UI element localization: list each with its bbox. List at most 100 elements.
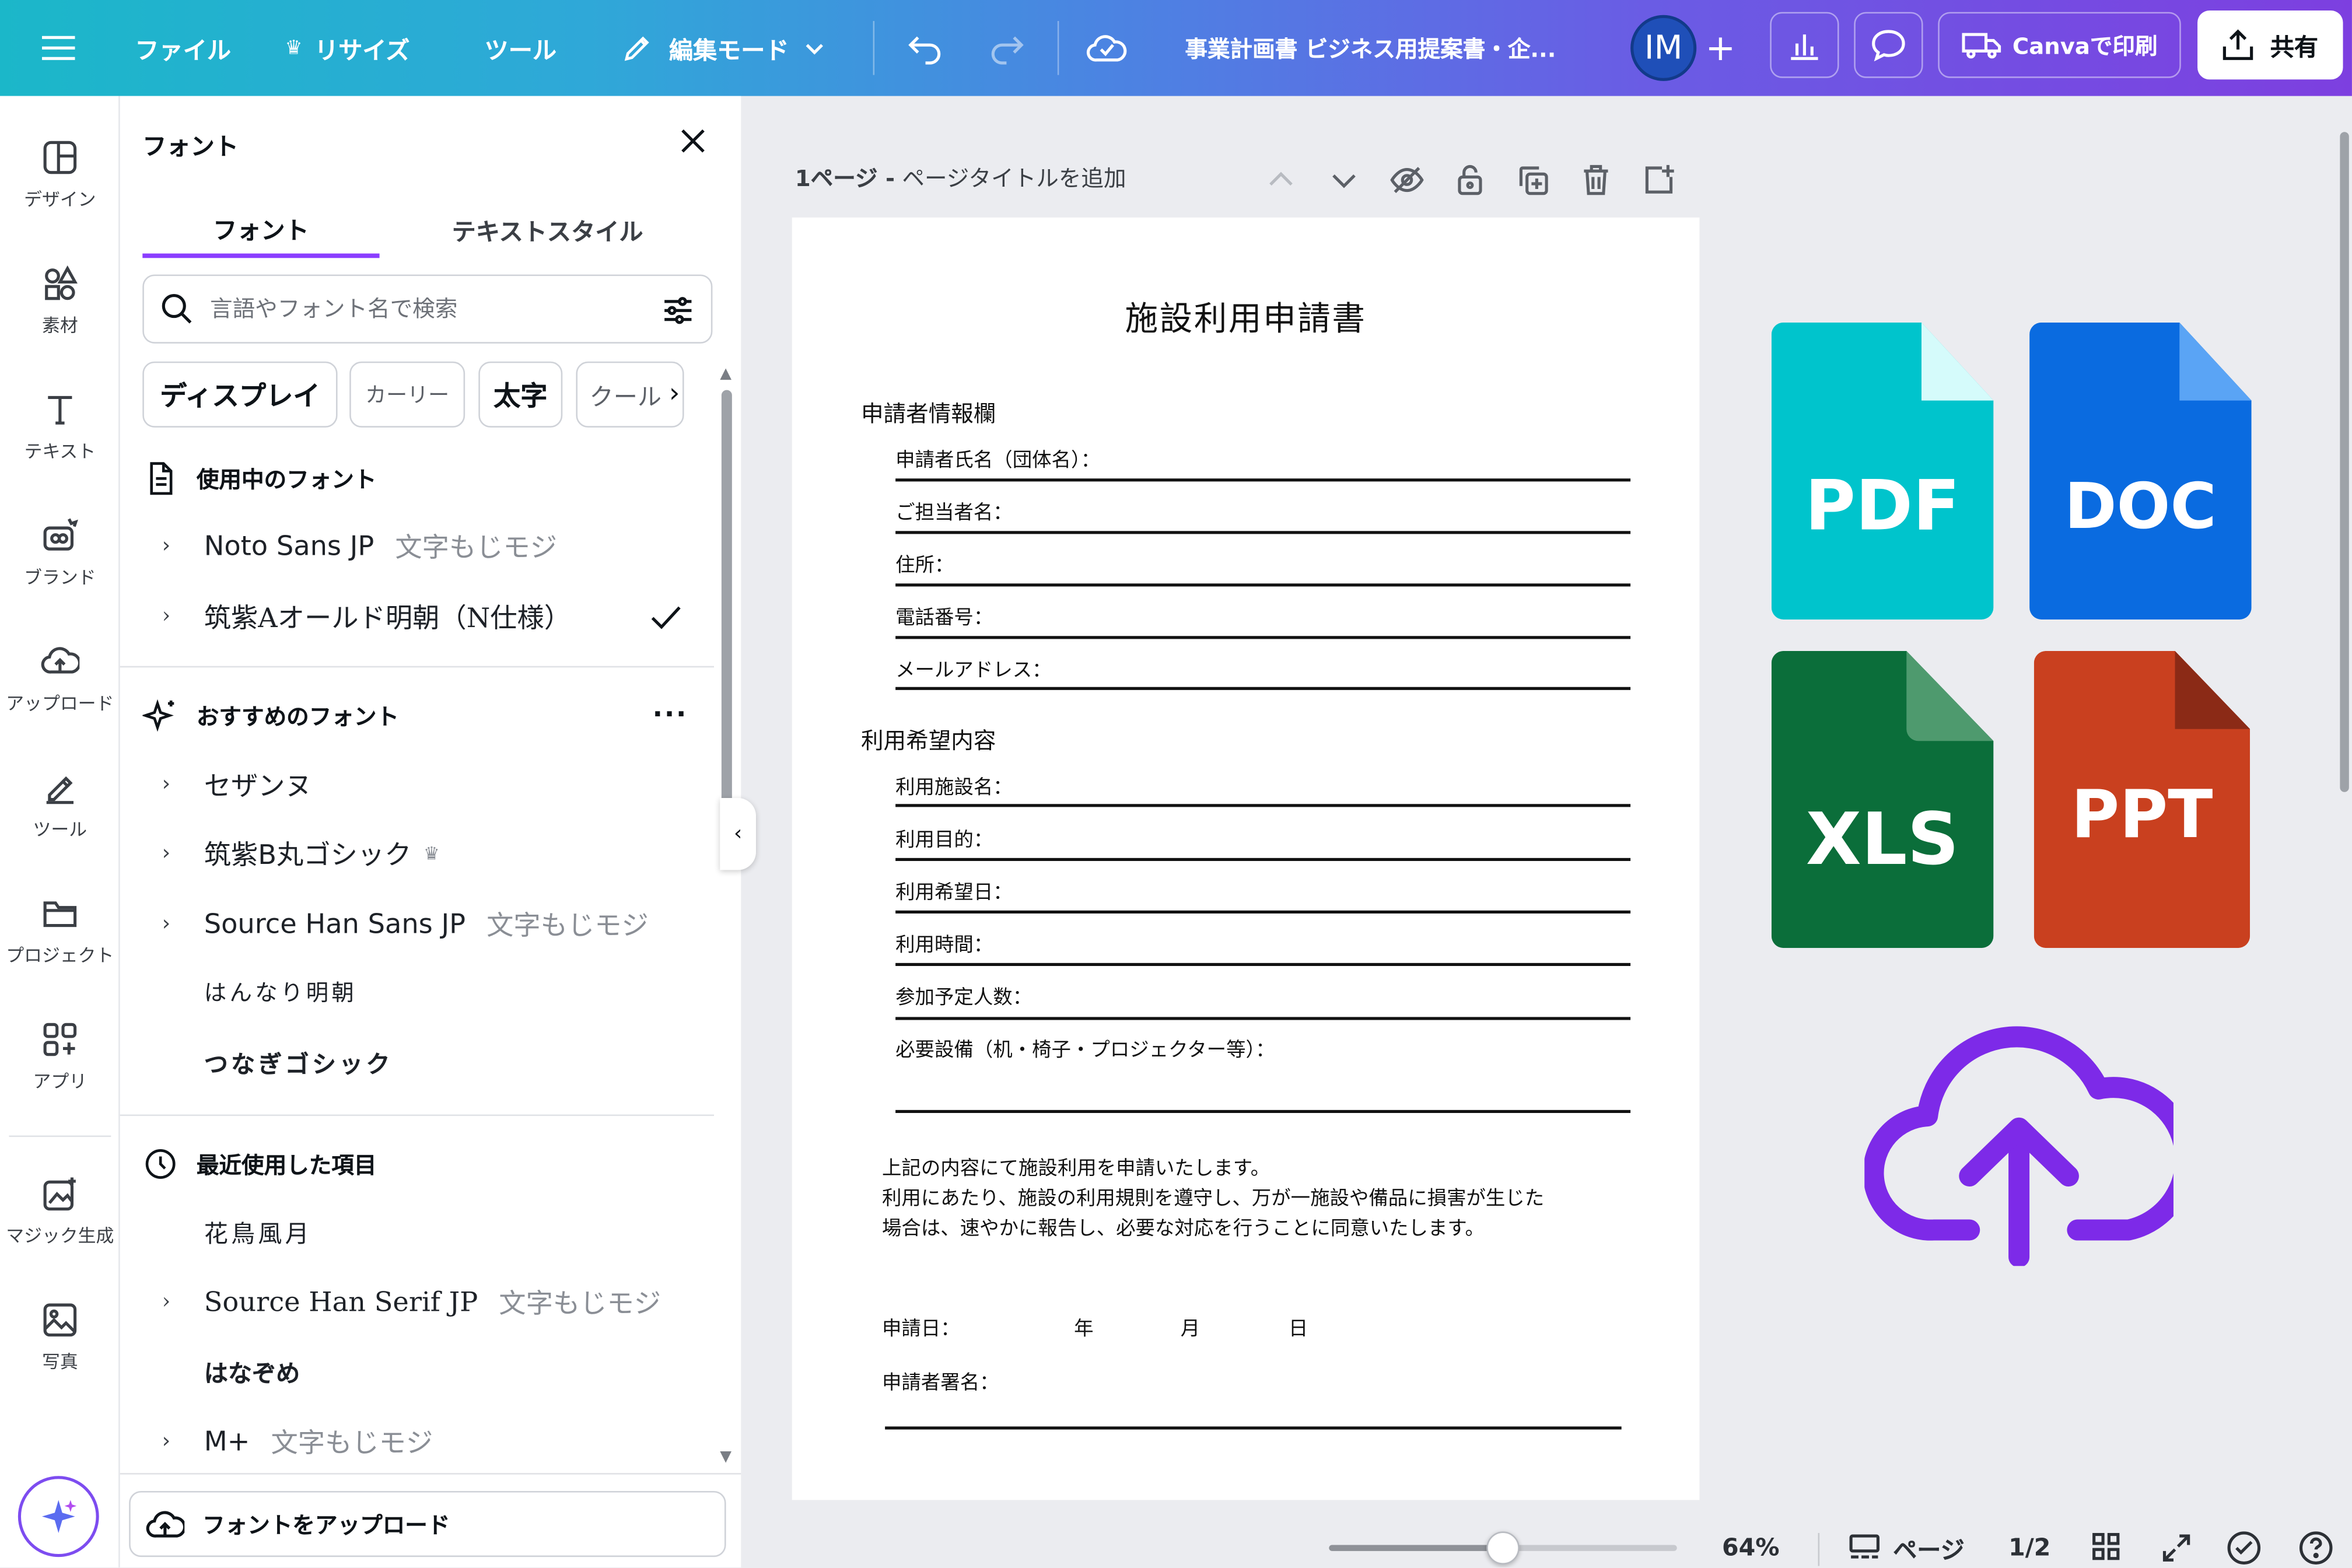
add-page-icon[interactable] — [1641, 162, 1677, 198]
edit-mode-dropdown[interactable]: 編集モード — [621, 0, 825, 96]
share-button[interactable]: 共有 — [2197, 10, 2343, 80]
rail-item-magic-media[interactable]: マジック生成 — [0, 1150, 120, 1270]
tools-menu[interactable]: ツール — [485, 0, 556, 96]
magic-assistant-button[interactable] — [18, 1476, 99, 1558]
font-row-source-han-serif-jp[interactable]: › Source Han Serif JP 文字もじモジ — [162, 1283, 661, 1322]
chevron-up-icon[interactable] — [1263, 162, 1299, 198]
font-row-m-plus[interactable]: › M+ 文字もじモジ — [162, 1422, 433, 1461]
chip-display[interactable]: ディスプレイ — [142, 361, 338, 428]
hide-page-icon[interactable] — [1389, 162, 1425, 198]
zoom-slider-handle[interactable] — [1486, 1531, 1520, 1564]
document-page[interactable]: 施設利用申請書 申請者情報欄 申請者氏名（団体名）： ご担当者名： 住所： 電話… — [792, 217, 1700, 1500]
zoom-percentage[interactable]: 64% — [1722, 1533, 1779, 1562]
chip-curly[interactable]: カーリー — [349, 361, 466, 428]
panel-scrollbar[interactable] — [721, 390, 732, 825]
collapse-panel-button[interactable]: ‹ — [720, 797, 756, 870]
insights-button[interactable] — [1770, 12, 1839, 78]
avatar[interactable]: IM — [1630, 15, 1697, 81]
agreement-paragraph[interactable]: 上記の内容にて施設利用を申請いたします。 利用にあたり、施設の利用規則を遵守し、… — [882, 1155, 1662, 1245]
field-equipment[interactable]: 必要設備（机・椅子・プロジェクター等）： — [895, 1034, 1630, 1063]
signature-label[interactable]: 申請者署名： — [882, 1367, 999, 1395]
font-row-hanazome[interactable]: はなぞめ — [204, 1353, 300, 1389]
chip-bold[interactable]: 太字 — [478, 361, 563, 428]
field-email[interactable]: メールアドレス： — [895, 654, 1630, 684]
month-label[interactable]: 月 — [1181, 1312, 1200, 1341]
font-row-tsukushi-b-maru-gothic[interactable]: › 筑紫B丸ゴシック ♛ — [162, 834, 440, 873]
file-menu[interactable]: ファイル — [135, 0, 231, 96]
lock-icon[interactable] — [1452, 162, 1488, 198]
font-row-source-han-sans-jp[interactable]: › Source Han Sans JP 文字もじモジ — [162, 905, 649, 944]
chevron-right-icon[interactable]: › — [162, 534, 183, 558]
page-header[interactable]: 1ページ - ページタイトルを追加 — [795, 162, 1126, 194]
fullscreen-icon[interactable] — [2160, 1531, 2193, 1564]
field-purpose[interactable]: 利用目的： — [895, 824, 1630, 853]
font-row-cezanne[interactable]: › セザンヌ — [162, 765, 312, 804]
font-row-tsukushi-a-old-mincho[interactable]: › 筑紫Aオールド明朝（N仕様） — [162, 597, 571, 636]
cloud-sync-icon[interactable] — [1086, 0, 1128, 96]
document-title[interactable]: 事業計画書 ビジネス用提案書・企... — [1185, 0, 1556, 96]
section-heading-usage[interactable]: 利用希望内容 — [861, 724, 996, 756]
field-desired-date[interactable]: 利用希望日： — [895, 876, 1630, 906]
rail-item-uploads[interactable]: アップロード — [0, 618, 120, 738]
tab-font[interactable]: フォント — [142, 201, 380, 258]
help-icon[interactable] — [2298, 1530, 2334, 1566]
chevron-down-icon[interactable] — [1326, 162, 1362, 198]
rail-item-photos[interactable]: 写真 — [0, 1276, 120, 1396]
pdf-file-icon[interactable]: PDF — [1771, 322, 1994, 620]
font-row-kachoufuugetsu[interactable]: 花鳥風月 — [204, 1213, 312, 1250]
field-time[interactable]: 利用時間： — [895, 929, 1630, 958]
year-label[interactable]: 年 — [1074, 1312, 1093, 1341]
day-label[interactable]: 日 — [1289, 1312, 1308, 1341]
application-date-label[interactable]: 申請日： — [882, 1312, 960, 1341]
rail-item-apps[interactable]: アプリ — [0, 996, 120, 1116]
chevron-right-icon[interactable]: › — [162, 842, 183, 866]
rail-item-elements[interactable]: 素材 — [0, 240, 120, 360]
chevron-right-icon[interactable]: › — [162, 772, 183, 796]
add-collaborator-button[interactable]: + — [1688, 15, 1754, 81]
page-title-placeholder[interactable]: ページタイトルを追加 — [902, 165, 1126, 192]
field-phone[interactable]: 電話番号： — [895, 601, 1630, 631]
chevron-right-icon[interactable]: › — [669, 378, 680, 410]
more-options-icon[interactable]: ··· — [653, 699, 688, 730]
duplicate-page-icon[interactable] — [1515, 162, 1551, 198]
pages-button[interactable]: ページ — [1848, 1530, 1965, 1566]
upload-font-button[interactable]: フォントをアップロード — [129, 1490, 726, 1558]
grid-view-icon[interactable] — [2091, 1531, 2121, 1561]
print-with-canva-button[interactable]: Canvaで印刷 — [1938, 12, 2181, 78]
scroll-down-arrow[interactable]: ▼ — [720, 1449, 732, 1465]
field-contact-person[interactable]: ご担当者名： — [895, 496, 1630, 526]
resize-menu[interactable]: ♛ リサイズ — [285, 0, 410, 96]
chevron-right-icon[interactable]: › — [162, 604, 183, 628]
hamburger-icon[interactable] — [41, 0, 75, 96]
section-heading-applicant[interactable]: 申請者情報欄 — [861, 397, 996, 429]
check-circle-icon[interactable] — [2226, 1530, 2262, 1566]
document-title-text[interactable]: 施設利用申請書 — [792, 292, 1700, 340]
rail-item-text[interactable]: テキスト — [0, 366, 120, 486]
rail-item-projects[interactable]: プロジェクト — [0, 870, 120, 990]
chip-cool[interactable]: クール — [576, 361, 684, 428]
cloud-upload-icon[interactable] — [1863, 1020, 2196, 1268]
font-row-hannari-mincho[interactable]: はんなり明朝 — [204, 977, 357, 1008]
filter-icon[interactable] — [660, 292, 696, 328]
field-applicant-name[interactable]: 申請者氏名（団体名）： — [895, 444, 1630, 474]
scroll-up-arrow[interactable]: ▲ — [720, 366, 732, 382]
delete-page-icon[interactable] — [1578, 162, 1614, 198]
ppt-file-icon[interactable]: PPT — [2034, 650, 2250, 949]
close-icon[interactable] — [675, 123, 711, 159]
font-row-tsunagi-gothic[interactable]: つなぎゴシック — [204, 1044, 393, 1080]
field-address[interactable]: 住所： — [895, 549, 1630, 579]
rail-item-design[interactable]: デザイン — [0, 114, 120, 234]
tab-text-style[interactable]: テキストスタイル — [428, 201, 667, 258]
rail-item-tools[interactable]: ツール — [0, 744, 120, 864]
comment-button[interactable] — [1854, 12, 1923, 78]
field-facility-name[interactable]: 利用施設名： — [895, 771, 1630, 801]
chevron-right-icon[interactable]: › — [162, 1430, 183, 1454]
field-attendees[interactable]: 参加予定人数： — [895, 981, 1630, 1011]
rail-item-brand[interactable]: ブランド — [0, 492, 120, 612]
xls-file-icon[interactable]: XLS — [1771, 650, 1994, 949]
undo-icon[interactable] — [906, 0, 945, 96]
doc-file-icon[interactable]: DOC — [2029, 322, 2252, 620]
chevron-right-icon[interactable]: › — [162, 912, 183, 936]
page-counter[interactable]: 1/2 — [2008, 1533, 2050, 1562]
redo-icon[interactable] — [987, 0, 1026, 96]
